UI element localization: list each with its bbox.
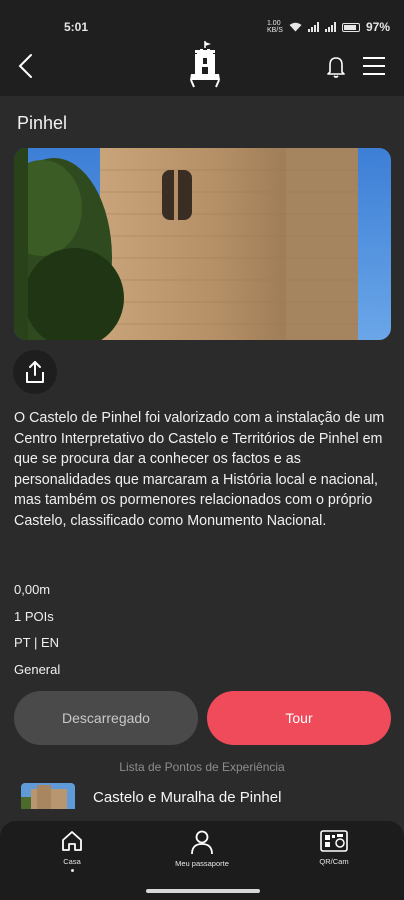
app-logo[interactable] xyxy=(186,40,224,88)
castle-logo-icon xyxy=(190,41,220,88)
downloaded-button[interactable]: Descarregado xyxy=(14,691,198,745)
hamburger-menu-icon xyxy=(363,57,385,75)
status-icons: 1.00 KB/S 97% xyxy=(267,20,390,34)
person-icon xyxy=(191,830,213,855)
nav-label-qr: QR/Cam xyxy=(319,857,349,866)
home-indicator[interactable] xyxy=(146,889,260,893)
nav-item-passport[interactable]: Meu passaporte xyxy=(147,829,257,868)
tour-button[interactable]: Tour xyxy=(207,691,391,745)
status-bar: 5:01 1.00 KB/S 97% xyxy=(0,0,404,40)
page-title: Pinhel xyxy=(17,113,68,133)
qr-camera-icon xyxy=(320,830,348,852)
battery-level: 97% xyxy=(365,20,390,34)
back-button[interactable] xyxy=(14,52,38,80)
network-speed: 1.00 KB/S xyxy=(266,20,283,34)
status-time: 5:01 xyxy=(64,20,89,34)
nav-item-home[interactable]: Casa xyxy=(17,829,127,872)
bell-icon xyxy=(327,57,345,78)
battery-icon xyxy=(341,22,360,32)
castle-wall-thumbnail xyxy=(21,783,75,809)
poi-list-item[interactable]: Castelo e Muralha de Pinhel xyxy=(21,783,391,811)
nav-label-passport: Meu passaporte xyxy=(175,859,229,868)
distance-value: 0,00m xyxy=(14,582,51,597)
app-header xyxy=(0,40,404,96)
wifi-icon xyxy=(289,22,302,32)
nav-item-qr[interactable]: QR/Cam xyxy=(279,829,389,866)
meta-list: 0,00m 1 POIs PT | EN General xyxy=(14,582,60,688)
signal-icon-2 xyxy=(324,22,336,32)
category-value: General xyxy=(14,661,61,677)
share-button[interactable] xyxy=(13,350,57,394)
chevron-left-icon xyxy=(18,54,32,78)
menu-button[interactable] xyxy=(360,52,388,80)
languages-value: PT | EN xyxy=(14,635,60,650)
active-indicator xyxy=(70,869,74,872)
hero-image xyxy=(14,148,391,340)
poi-thumbnail xyxy=(21,783,75,809)
home-icon xyxy=(62,831,82,851)
pois-count: 1 POIs xyxy=(14,608,54,624)
share-icon xyxy=(26,361,44,383)
nav-label-home: Casa xyxy=(63,857,81,866)
description-text: O Castelo de Pinhel foi valorizado com a… xyxy=(14,410,385,529)
poi-name: Castelo e Muralha de Pinhel xyxy=(93,789,282,806)
castle-tower-photo xyxy=(14,148,391,340)
poi-section-heading: Lista de Pontos de Experiência xyxy=(119,760,285,774)
notifications-button[interactable] xyxy=(324,52,348,80)
signal-icon xyxy=(307,22,319,32)
